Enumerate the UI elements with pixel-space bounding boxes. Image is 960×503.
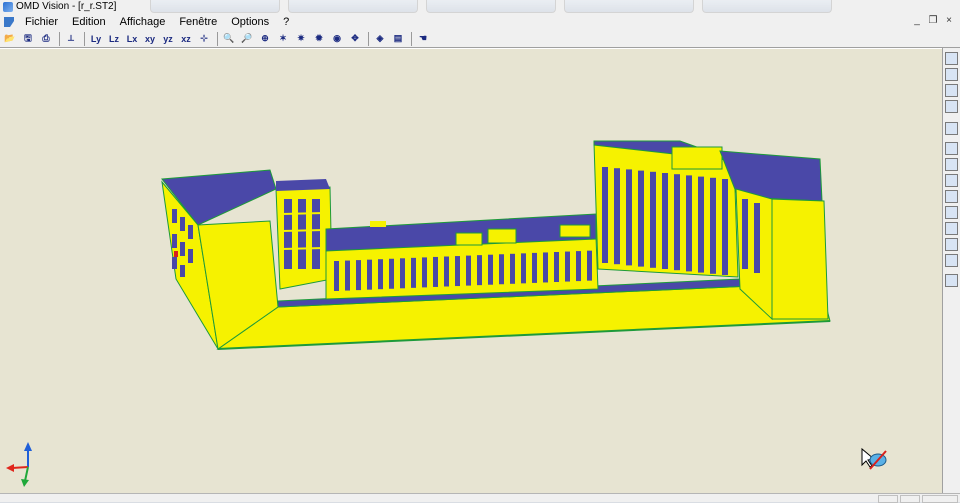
view-z-icon[interactable]: Lz bbox=[106, 31, 122, 47]
far-right-front bbox=[769, 198, 829, 320]
view-x-icon[interactable]: Lx bbox=[124, 31, 140, 47]
view-xz-icon[interactable]: xz bbox=[178, 31, 194, 47]
app-icon bbox=[3, 2, 13, 12]
menu-options[interactable]: Options bbox=[224, 14, 276, 30]
view-y-icon[interactable]: Ly bbox=[88, 31, 104, 47]
main-toolbar: 📂 🖫 ⎙ ⟂ Ly Lz Lx xy yz xz ⊹ 🔍 🔎 ⊕ ✶ ✷ ✹ ◉ ✥ ◈ ▤ ☚ bbox=[0, 30, 960, 48]
open-folder-icon[interactable]: 📂 bbox=[2, 31, 18, 47]
minimize-button[interactable]: _ bbox=[910, 14, 924, 27]
pillar-icon[interactable] bbox=[945, 206, 958, 219]
pan-icon[interactable]: ✥ bbox=[347, 31, 363, 47]
menu-fichier[interactable]: Fichier bbox=[18, 14, 65, 30]
pen-icon[interactable] bbox=[945, 222, 958, 235]
pages-icon[interactable] bbox=[945, 100, 958, 113]
roof-box bbox=[559, 224, 591, 238]
background-taskbar-tabs bbox=[150, 0, 840, 14]
menu-bar: Fichier Edition Affichage Fenêtre Option… bbox=[0, 14, 960, 30]
block2-windows bbox=[284, 199, 320, 269]
toolbar-separator bbox=[368, 31, 369, 46]
roof-box bbox=[487, 228, 517, 244]
eye-icon[interactable]: ◉ bbox=[329, 31, 345, 47]
wall-icon[interactable] bbox=[945, 174, 958, 187]
axes-triad bbox=[6, 442, 32, 487]
check-icon[interactable] bbox=[945, 274, 958, 287]
zoom-window-icon[interactable]: ⊕ bbox=[257, 31, 273, 47]
background-tab[interactable] bbox=[150, 0, 280, 13]
toolbar-separator bbox=[217, 31, 218, 46]
menu-fenetre[interactable]: Fenêtre bbox=[172, 14, 224, 30]
save-icon[interactable]: 🖫 bbox=[20, 31, 36, 47]
building-model bbox=[6, 140, 887, 487]
red-marker bbox=[174, 251, 178, 257]
menu-affichage[interactable]: Affichage bbox=[113, 14, 173, 30]
menu-help[interactable]: ? bbox=[276, 14, 296, 30]
zoom-out-icon[interactable]: 🔎 bbox=[239, 31, 255, 47]
block2-roof bbox=[276, 179, 330, 191]
close-button[interactable]: × bbox=[942, 14, 956, 27]
beam-icon[interactable] bbox=[945, 158, 958, 171]
title-bar: OMD Vision - [r_r.ST2] bbox=[0, 0, 960, 14]
view-3d-icon[interactable]: ⊹ bbox=[196, 31, 212, 47]
copy-icon[interactable] bbox=[945, 68, 958, 81]
hand-icon[interactable]: ☚ bbox=[415, 31, 431, 47]
background-tab[interactable] bbox=[288, 0, 418, 13]
restore-button[interactable]: ❐ bbox=[926, 14, 940, 27]
window-title: OMD Vision - [r_r.ST2] bbox=[16, 1, 117, 12]
menu-edition[interactable]: Edition bbox=[65, 14, 113, 30]
background-tab[interactable] bbox=[564, 0, 694, 13]
background-tab[interactable] bbox=[426, 0, 556, 13]
status-cell bbox=[922, 495, 958, 503]
right-toolbar bbox=[942, 48, 960, 493]
grid-icon[interactable] bbox=[945, 122, 958, 135]
explode-icon[interactable]: ✹ bbox=[311, 31, 327, 47]
roof-box bbox=[370, 221, 386, 227]
tower-roof-box bbox=[671, 146, 723, 170]
zoom-in-icon[interactable]: 🔍 bbox=[221, 31, 237, 47]
toolbar-separator bbox=[59, 31, 60, 46]
view-xy-icon[interactable]: xy bbox=[142, 31, 158, 47]
view-yz-icon[interactable]: yz bbox=[160, 31, 176, 47]
mdi-window-controls: _ ❐ × bbox=[908, 14, 956, 30]
slab-icon[interactable] bbox=[945, 142, 958, 155]
roof-box bbox=[455, 232, 483, 246]
render-icon[interactable]: ◈ bbox=[372, 31, 388, 47]
axes-icon[interactable]: ⟂ bbox=[63, 31, 79, 47]
layers-icon[interactable]: ▤ bbox=[390, 31, 406, 47]
box-icon[interactable] bbox=[945, 84, 958, 97]
background-tab[interactable] bbox=[702, 0, 832, 13]
viewport-3d[interactable] bbox=[0, 48, 942, 494]
print-icon[interactable]: ⎙ bbox=[38, 31, 54, 47]
rotate-icon[interactable]: ✷ bbox=[293, 31, 309, 47]
light-icon[interactable] bbox=[945, 52, 958, 65]
document-icon[interactable] bbox=[4, 17, 14, 27]
node-icon[interactable] bbox=[945, 254, 958, 267]
status-cell bbox=[900, 495, 920, 503]
rotate-cursor-icon bbox=[861, 447, 887, 470]
status-cell bbox=[878, 495, 898, 503]
zoom-all-icon[interactable]: ✶ bbox=[275, 31, 291, 47]
toolbar-separator bbox=[411, 31, 412, 46]
brush-icon[interactable] bbox=[945, 238, 958, 251]
toolbar-separator bbox=[84, 31, 85, 46]
column-icon[interactable] bbox=[945, 190, 958, 203]
